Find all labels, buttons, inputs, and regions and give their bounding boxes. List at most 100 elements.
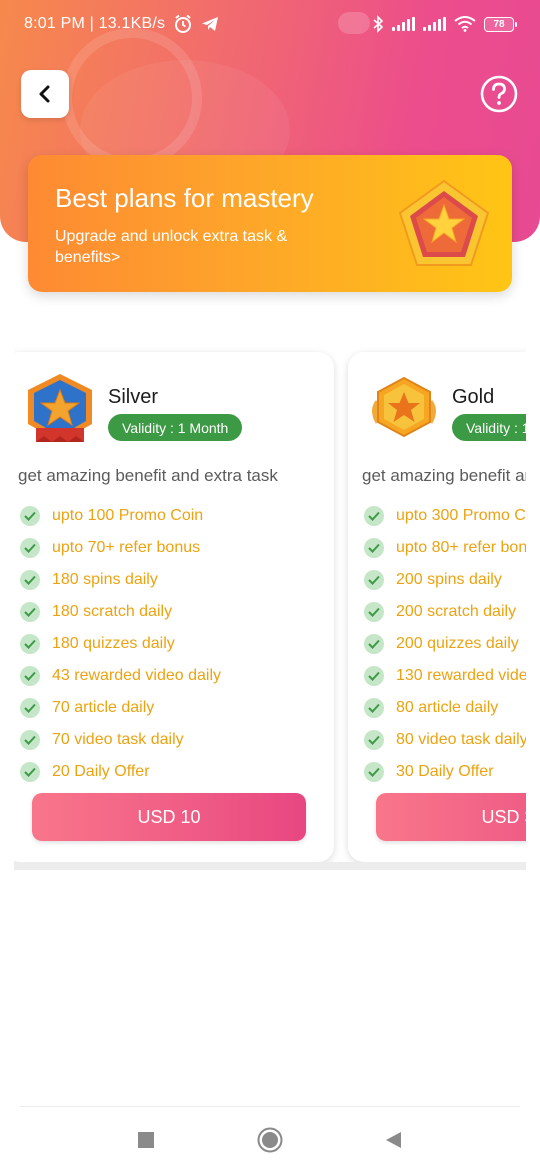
benefit-item: 70 video task daily [20,724,221,756]
benefit-item: upto 80+ refer bonus [364,532,526,564]
clock-text: 8:01 PM [24,15,85,32]
benefit-item: 43 rewarded video daily [20,660,221,692]
telegram-icon [202,17,219,31]
check-icon [364,570,384,590]
plan-name: Gold [452,386,495,408]
benefit-text: 80 video task daily [396,731,526,748]
status-left-icons [173,14,219,34]
validity-badge: Validity : 1 Month [452,414,526,441]
benefit-item: 180 quizzes daily [20,628,221,660]
benefit-text: 80 article daily [396,699,499,716]
check-icon [20,506,40,526]
recents-button[interactable] [131,1125,161,1155]
benefit-text: 180 scratch daily [52,603,173,620]
benefits-list: upto 100 Promo Coin upto 70+ refer bonus… [20,500,221,788]
plan-description: get amazing benefit and extra task [362,466,526,485]
benefit-text: upto 300 Promo Coin [396,507,526,524]
plan-description: get amazing benefit and extra task [18,466,278,485]
help-button[interactable] [479,74,519,114]
benefit-text: upto 80+ refer bonus [396,539,526,556]
chevron-left-icon [39,85,50,103]
square-recents-icon [138,1132,154,1148]
signal-strength-icon-2 [423,17,446,31]
nav-back-button[interactable] [378,1125,408,1155]
silver-star-shield-icon [28,374,92,442]
star-pentagon-badge-icon [398,179,490,266]
bluetooth-icon [373,15,384,33]
benefit-text: 200 quizzes daily [396,635,519,652]
gold-star-winged-icon [372,376,436,438]
benefit-text: 43 rewarded video daily [52,667,221,684]
buy-gold-button[interactable]: USD 30 [376,793,526,841]
benefit-item: 200 quizzes daily [364,628,526,660]
question-circle-icon [480,75,518,113]
validity-badge: Validity : 1 Month [108,414,243,441]
benefit-item: 80 article daily [364,692,526,724]
signal-strength-icon-1 [392,17,415,31]
check-icon [20,538,40,558]
benefit-item: 80 video task daily [364,724,526,756]
benefit-item: upto 100 Promo Coin [20,500,221,532]
status-time: 8:01 PM | 13.1KB/s [24,15,166,32]
benefit-text: 180 spins daily [52,571,158,588]
benefit-item: 20 Daily Offer [20,756,221,788]
check-icon [364,634,384,654]
benefit-text: 200 spins daily [396,571,502,588]
benefit-text: 30 Daily Offer [396,763,494,780]
circle-home-icon [257,1127,283,1153]
network-speed-text: 13.1KB/s [98,15,166,32]
benefit-text: 200 scratch daily [396,603,517,620]
benefit-item: 70 article daily [20,692,221,724]
benefit-item: 200 spins daily [364,564,526,596]
check-icon [20,602,40,622]
carousel-shadow [14,862,526,870]
banner-subtitle[interactable]: Upgrade and unlock extra task & benefits… [55,226,355,268]
benefit-item: 180 spins daily [20,564,221,596]
check-icon [364,698,384,718]
wifi-icon [454,16,476,32]
check-icon [364,730,384,750]
status-right-icons: 78 [372,15,517,33]
benefit-text: upto 100 Promo Coin [52,507,204,524]
decorative-circle [62,28,202,168]
check-icon [364,538,384,558]
battery-icon: 78 [484,16,517,32]
buy-silver-button[interactable]: USD 10 [32,793,306,841]
triangle-back-icon [386,1132,401,1148]
benefit-item: upto 70+ refer bonus [20,532,221,564]
benefit-text: 180 quizzes daily [52,635,175,652]
check-icon [20,634,40,654]
banner-title: Best plans for mastery [55,183,314,213]
check-icon [364,762,384,782]
home-button[interactable] [255,1125,285,1155]
check-icon [364,666,384,686]
battery-level: 78 [493,18,505,30]
plan-name: Silver [108,386,159,408]
benefit-item: 130 rewarded video daily [364,660,526,692]
benefit-text: 70 article daily [52,699,155,716]
check-icon [20,730,40,750]
benefit-item: 200 scratch daily [364,596,526,628]
system-nav-bar [0,1107,540,1170]
alarm-icon [175,14,192,33]
check-icon [364,602,384,622]
back-button[interactable] [21,70,69,118]
benefit-text: 20 Daily Offer [52,763,150,780]
check-icon [364,506,384,526]
check-icon [20,570,40,590]
plan-card-gold[interactable]: Gold Validity : 1 Month get amazing bene… [348,352,526,862]
check-icon [20,762,40,782]
benefit-text: upto 70+ refer bonus [52,539,201,556]
promo-banner[interactable]: Best plans for mastery Upgrade and unloc… [28,155,512,292]
check-icon [20,698,40,718]
benefit-item: 30 Daily Offer [364,756,526,788]
benefit-text: 70 video task daily [52,731,184,748]
status-bar: 8:01 PM | 13.1KB/s 78 [0,0,540,48]
plans-carousel[interactable]: Silver Validity : 1 Month get amazing be… [14,342,526,870]
plan-card-silver[interactable]: Silver Validity : 1 Month get amazing be… [14,352,334,862]
benefit-item: upto 300 Promo Coin [364,500,526,532]
benefit-text: 130 rewarded video daily [396,667,526,684]
check-icon [20,666,40,686]
benefits-list: upto 300 Promo Coin upto 80+ refer bonus… [364,500,526,788]
benefit-item: 180 scratch daily [20,596,221,628]
